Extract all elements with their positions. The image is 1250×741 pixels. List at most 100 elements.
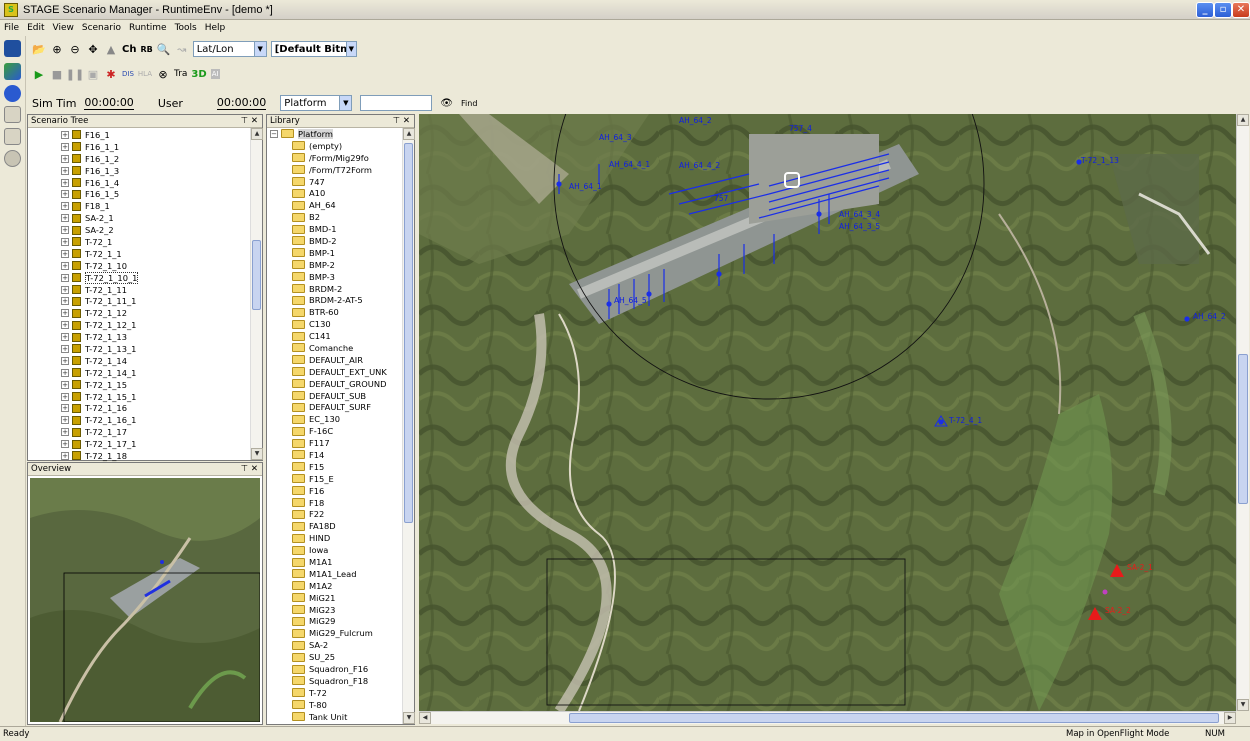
- projection-select[interactable]: Lat/Lon ▼: [192, 41, 267, 57]
- tree-scroll-thumb[interactable]: [252, 240, 261, 310]
- scenario-tree-item[interactable]: + T-72_1_12: [61, 307, 262, 319]
- pause-icon[interactable]: ❚❚: [66, 67, 84, 81]
- expand-icon[interactable]: +: [61, 178, 69, 187]
- scroll-left-icon[interactable]: ◀: [419, 712, 431, 724]
- library-root[interactable]: − Platform: [267, 128, 414, 140]
- unit-label[interactable]: 757: [714, 194, 728, 203]
- scenario-tree-item[interactable]: + SA-2_1: [61, 212, 262, 224]
- scenario-tree-item[interactable]: + T-72_1_10: [61, 260, 262, 272]
- library-item[interactable]: SA-2: [292, 639, 414, 651]
- library-item[interactable]: F16: [292, 485, 414, 497]
- expand-icon[interactable]: +: [61, 368, 69, 377]
- unit-label[interactable]: AH_64_4_1: [609, 160, 650, 169]
- scenario-tree-item[interactable]: + F16_1_4: [61, 177, 262, 189]
- binoculars-icon[interactable]: 👁: [440, 98, 453, 109]
- scenario-tree-item[interactable]: + T-72_1_16_1: [61, 414, 262, 426]
- menu-runtime[interactable]: Runtime: [129, 23, 167, 33]
- library-scroll-thumb[interactable]: [404, 143, 413, 523]
- database-icon[interactable]: [4, 40, 21, 57]
- rb-button[interactable]: RB: [140, 45, 152, 54]
- scenario-tree-item[interactable]: + T-72_1_14: [61, 355, 262, 367]
- expand-icon[interactable]: +: [61, 440, 69, 449]
- stop-icon[interactable]: ■: [50, 67, 64, 81]
- library-item[interactable]: DEFAULT_AIR: [292, 354, 414, 366]
- library-item[interactable]: DEFAULT_GROUND: [292, 378, 414, 390]
- expand-icon[interactable]: +: [61, 190, 69, 199]
- maximize-button[interactable]: ▫: [1214, 2, 1232, 18]
- menu-tools[interactable]: Tools: [175, 23, 197, 33]
- expand-icon[interactable]: +: [61, 392, 69, 401]
- map-hscrollbar[interactable]: ◀ ▶: [419, 711, 1236, 724]
- library-item[interactable]: Iowa: [292, 544, 414, 556]
- library-item[interactable]: HIND: [292, 532, 414, 544]
- library-item[interactable]: F117: [292, 437, 414, 449]
- library-item[interactable]: F15_E: [292, 473, 414, 485]
- library-item[interactable]: BMP-1: [292, 247, 414, 259]
- pin-close-icon[interactable]: ⊤ ✕: [241, 116, 258, 126]
- library-item[interactable]: EC_130: [292, 413, 414, 425]
- map-vscrollbar[interactable]: ▲ ▼: [1236, 114, 1249, 711]
- scenario-tree-item[interactable]: + T-72_1_10_1: [61, 271, 262, 284]
- unit-label[interactable]: AH_64_4_2: [679, 161, 720, 170]
- close-button[interactable]: ✕: [1232, 2, 1250, 18]
- map-hscroll-thumb[interactable]: [569, 713, 1219, 723]
- expand-icon[interactable]: +: [61, 380, 69, 389]
- marker-icon[interactable]: ▲: [104, 42, 118, 56]
- target-icon[interactable]: ⊗: [156, 67, 170, 81]
- settings-icon[interactable]: [4, 150, 21, 167]
- expand-icon[interactable]: +: [61, 404, 69, 413]
- scenario-tree-item[interactable]: + SA-2_2: [61, 224, 262, 236]
- expand-icon[interactable]: +: [61, 142, 69, 151]
- unit-label[interactable]: T-72_4_1: [949, 416, 982, 425]
- expand-icon[interactable]: +: [61, 416, 69, 425]
- library-item[interactable]: MiG23: [292, 604, 414, 616]
- bug-icon[interactable]: ✱: [104, 67, 118, 81]
- library-item[interactable]: M1A1_Lead: [292, 568, 414, 580]
- expand-icon[interactable]: +: [61, 333, 69, 342]
- pin-close-icon[interactable]: ⊤ ✕: [393, 116, 410, 126]
- library-item[interactable]: F14: [292, 449, 414, 461]
- unit-label[interactable]: AH_64_2: [1193, 312, 1226, 321]
- tra-button[interactable]: Tra: [174, 69, 187, 79]
- library-item[interactable]: BMP-3: [292, 271, 414, 283]
- tree-icon[interactable]: [4, 106, 21, 123]
- library-item[interactable]: MiG29: [292, 616, 414, 628]
- find-label[interactable]: Find: [461, 99, 477, 108]
- menu-help[interactable]: Help: [205, 23, 226, 33]
- expand-icon[interactable]: +: [61, 214, 69, 223]
- scenario-tree-item[interactable]: + T-72_1_13_1: [61, 343, 262, 355]
- library-item[interactable]: C141: [292, 330, 414, 342]
- hla-button[interactable]: HLA: [138, 70, 152, 78]
- scenario-tree-item[interactable]: + F16_1: [61, 129, 262, 141]
- menu-file[interactable]: File: [4, 23, 19, 33]
- map-icon[interactable]: [4, 63, 21, 80]
- library-item[interactable]: BMP-2: [292, 259, 414, 271]
- scroll-down-icon[interactable]: ▼: [403, 712, 415, 724]
- scenario-tree-item[interactable]: + F16_1_3: [61, 165, 262, 177]
- scenario-tree-item[interactable]: + T-72_1_16: [61, 402, 262, 414]
- library-item[interactable]: C130: [292, 318, 414, 330]
- map-vscroll-thumb[interactable]: [1238, 354, 1248, 504]
- library-item[interactable]: T-80: [292, 699, 414, 711]
- 3d-button[interactable]: 3D: [191, 69, 206, 80]
- pin-close-icon[interactable]: ⊤ ✕: [241, 464, 258, 474]
- library-item[interactable]: SU_25: [292, 651, 414, 663]
- library-item[interactable]: Squadron_F18: [292, 675, 414, 687]
- bitmap-select[interactable]: [Default Bitmap▼: [270, 41, 357, 57]
- expand-icon[interactable]: +: [61, 237, 69, 246]
- expand-icon[interactable]: +: [61, 226, 69, 235]
- unit-label[interactable]: AH_64_5: [614, 296, 647, 305]
- scenario-tree-item[interactable]: + F16_1_2: [61, 153, 262, 165]
- scenario-tree-item[interactable]: + F16_1_1: [61, 141, 262, 153]
- library-item[interactable]: F15: [292, 461, 414, 473]
- map-view[interactable]: AH_64_3 AH_64_2 AH_64_1 757_4 AH_64_4_1 …: [419, 114, 1236, 711]
- pan-icon[interactable]: ✥: [86, 42, 100, 56]
- menu-edit[interactable]: Edit: [27, 23, 44, 33]
- scroll-down-icon[interactable]: ▼: [251, 448, 263, 460]
- library-item[interactable]: BRDM-2: [292, 283, 414, 295]
- library-item[interactable]: BTR-60: [292, 306, 414, 318]
- library-item[interactable]: M1A1: [292, 556, 414, 568]
- scenario-tree-item[interactable]: + T-72_1_17: [61, 426, 262, 438]
- globe-icon[interactable]: [4, 85, 21, 102]
- scenario-tree-item[interactable]: + T-72_1_1: [61, 248, 262, 260]
